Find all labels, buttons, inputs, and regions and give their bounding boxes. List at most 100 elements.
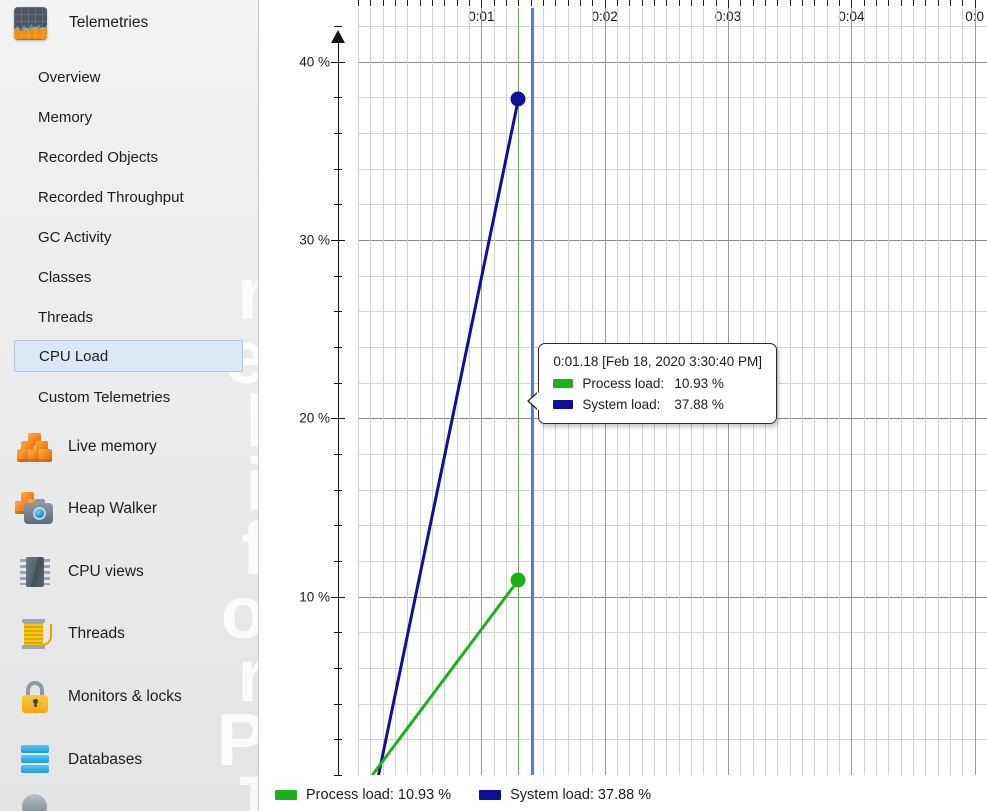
y-axis-minor-tick (334, 275, 342, 277)
tooltip-row-value: 37.88 % (674, 397, 724, 413)
sidebar-item-threads-main[interactable]: Threads (0, 603, 258, 665)
y-axis-minor-tick (334, 204, 342, 206)
sidebar-item-label: Threads (38, 308, 94, 326)
sidebar-item-monitors-locks[interactable]: Monitors & locks (0, 666, 258, 728)
ruler-tick (703, 0, 705, 6)
sidebar-item-heap-walker[interactable]: Heap Walker (0, 478, 258, 540)
y-axis-minor-tick (334, 382, 342, 384)
process-load-swatch (553, 379, 574, 389)
sidebar-item-label: Databases (68, 751, 143, 768)
sidebar-item-label: Threads (68, 625, 125, 642)
ruler-tick (863, 0, 865, 6)
y-axis-minor-tick (334, 667, 342, 669)
ruler-tick (777, 0, 779, 6)
y-axis-tick-label: 20 % (299, 410, 330, 426)
y-axis-minor-tick (334, 453, 342, 455)
ruler-tick (765, 0, 766, 6)
sidebar-item-partial[interactable] (0, 794, 258, 811)
y-axis-minor-tick (334, 346, 342, 348)
process-load-line (371, 579, 520, 775)
sidebar-item-live-memory[interactable]: Live memory (0, 416, 258, 478)
y-axis-minor-tick (334, 489, 342, 491)
sidebar-item-databases[interactable]: Databases (0, 729, 258, 791)
tooltip-row-label: System load: (582, 397, 661, 413)
ruler-tick (937, 0, 939, 6)
ruler-tick (543, 0, 544, 6)
ruler-tick (839, 0, 840, 6)
ruler-tick (888, 0, 890, 6)
database-icon (14, 743, 56, 777)
sidebar-item-label: Memory (38, 108, 93, 126)
ruler-tick (925, 0, 927, 6)
ruler-tick (592, 0, 594, 6)
y-axis-minor-tick (334, 132, 342, 134)
ruler-tick (789, 0, 791, 6)
process-load-marker[interactable] (510, 572, 526, 588)
sidebar-item-label: Recorded Throughput (38, 188, 184, 206)
telemetry-chart-icon (14, 6, 47, 40)
ruler-tick (654, 0, 655, 6)
sidebar-item-recorded-objects[interactable]: Recorded Objects (14, 141, 243, 173)
y-axis-tick-label: 30 % (299, 232, 330, 248)
sidebar-item-gc-activity[interactable]: GC Activity (14, 221, 243, 253)
sidebar-item-label: GC Activity (38, 228, 112, 246)
thread-spool-icon (14, 617, 56, 651)
sidebar-item-cpu-load[interactable]: CPU Load (14, 340, 243, 372)
ruler-tick (617, 0, 618, 6)
tooltip-timestamp: 0:01.18 [Feb 18, 2020 3:30:40 PM] (553, 354, 762, 370)
ruler-tick (715, 0, 717, 6)
ruler-tick (469, 0, 470, 6)
sidebar-item-classes[interactable]: Classes (14, 261, 243, 293)
ruler-tick (370, 0, 372, 6)
ruler-tick (678, 0, 680, 6)
ruler-tick (493, 0, 495, 6)
y-axis-minor-tick (334, 311, 342, 313)
sidebar-item-memory[interactable]: Memory (14, 101, 243, 133)
sidebar-item-cpu-views[interactable]: CPU views (0, 541, 258, 603)
ruler-tick (456, 0, 458, 6)
sidebar: r e l i f o r P J Telemetries Overview M… (0, 0, 259, 811)
chart-legend: Process load: 10.93 % System load: 37.88… (259, 779, 987, 811)
system-load-swatch (479, 790, 502, 800)
y-axis-tick (331, 239, 345, 241)
sidebar-item-custom-telemetries[interactable]: Custom Telemetries (14, 381, 243, 413)
tooltip-row-process: Process load: 10.93 % (553, 376, 762, 391)
ruler-tick (432, 0, 433, 6)
sidebar-section-telemetries[interactable]: Telemetries (14, 3, 148, 43)
padlock-icon (14, 680, 56, 714)
camera-cube-icon (14, 492, 56, 526)
legend-item-process-load[interactable]: Process load: 10.93 % (275, 787, 451, 803)
system-load-marker[interactable] (510, 91, 526, 107)
sidebar-item-recorded-throughput[interactable]: Recorded Throughput (14, 181, 243, 213)
y-axis-tick (331, 418, 345, 420)
sidebar-item-threads[interactable]: Threads (14, 301, 243, 333)
sidebar-item-label: Monitors & locks (68, 688, 182, 705)
process-load-swatch (275, 790, 297, 800)
sidebar-item-label: Heap Walker (68, 500, 158, 517)
system-load-swatch (553, 400, 574, 410)
ruler-tick (444, 0, 446, 6)
ruler-tick (506, 0, 507, 6)
cubes-icon (14, 431, 56, 463)
datapoint-tooltip: 0:01.18 [Feb 18, 2020 3:30:40 PM] Proces… (529, 343, 777, 425)
y-axis-minor-tick (334, 168, 342, 170)
ruler-tick (629, 0, 631, 6)
ruler-tick (358, 0, 359, 6)
sidebar-item-label: Recorded Objects (38, 148, 159, 166)
y-axis-minor-tick (334, 97, 342, 99)
tooltip-row-system: System load: 37.88 % (553, 397, 762, 412)
tooltip-row-label: Process load: (582, 376, 665, 392)
ruler-tick (382, 0, 384, 6)
sidebar-item-label: Live memory (68, 438, 157, 455)
sidebar-item-label: Classes (38, 268, 92, 286)
cpu-load-chart: 0:010:020:030:040:0 0:01.18 [Feb 18, 202… (259, 0, 987, 811)
y-axis-minor-tick (334, 525, 342, 527)
y-axis-tick (331, 596, 345, 598)
y-axis-tick (331, 61, 345, 63)
plot-area[interactable]: 0:01.18 [Feb 18, 2020 3:30:40 PM] Proces… (358, 8, 987, 775)
legend-item-system-load[interactable]: System load: 37.88 % (479, 787, 651, 803)
sidebar-item-overview[interactable]: Overview (14, 61, 243, 93)
ruler-tick (419, 0, 421, 6)
ruler-tick (518, 0, 520, 6)
ruler-tick (913, 0, 914, 6)
